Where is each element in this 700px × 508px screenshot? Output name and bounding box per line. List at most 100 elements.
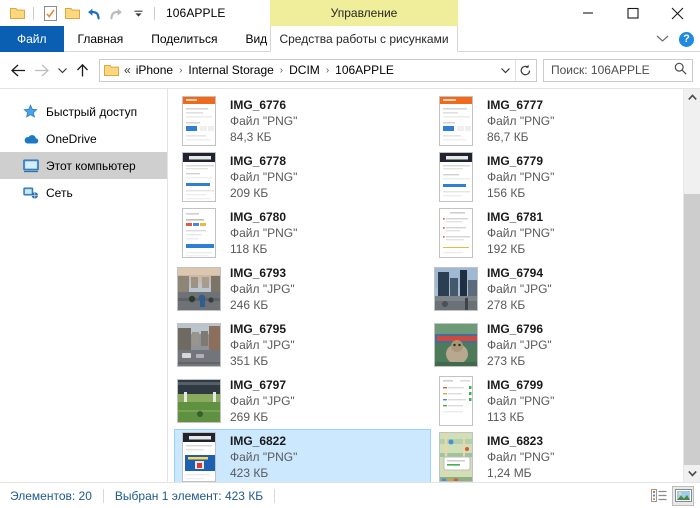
file-type: Файл "PNG": [487, 225, 555, 240]
contextual-tab-title: Управление: [270, 0, 458, 26]
file-list-pane[interactable]: IMG_6776 Файл "PNG" 84,3 КБ IMG_6777 Фай…: [168, 89, 700, 482]
breadcrumb-overflow[interactable]: «: [122, 63, 134, 77]
large-icons-view-button[interactable]: [672, 485, 694, 506]
sidebar-item-onedrive[interactable]: OneDrive: [0, 125, 167, 152]
search-icon[interactable]: [674, 62, 687, 78]
breadcrumb-item-dcim[interactable]: DCIM: [287, 63, 322, 77]
list-item[interactable]: IMG_6794 Файл "JPG" 278 КБ: [431, 261, 688, 317]
help-icon[interactable]: ?: [679, 31, 694, 47]
search-box[interactable]: Поиск: 106APPLE: [543, 58, 693, 82]
file-type: Файл "PNG": [230, 449, 298, 464]
photo-street-icon: [177, 267, 221, 311]
file-type: Файл "JPG": [230, 393, 295, 408]
sidebar-item-network[interactable]: Сеть: [0, 179, 167, 206]
close-button[interactable]: [655, 0, 700, 26]
new-folder-icon[interactable]: [63, 4, 81, 22]
maximize-button[interactable]: [610, 0, 655, 26]
breadcrumb-bar[interactable]: « iPhone › Internal Storage › DCIM › 106…: [99, 58, 537, 82]
file-name: IMG_6793: [230, 265, 287, 280]
file-name: IMG_6796: [487, 321, 544, 336]
thumbnail: [177, 207, 221, 259]
search-input[interactable]: Поиск: 106APPLE: [551, 63, 650, 77]
list-item[interactable]: IMG_6795 Файл "JPG" 351 КБ: [174, 317, 431, 373]
file-meta: IMG_6781 Файл "PNG" 192 КБ: [487, 210, 554, 257]
sidebar-item-quick-access[interactable]: Быстрый доступ: [0, 98, 167, 125]
cloud-icon: [22, 130, 39, 147]
photo-field-icon: [177, 379, 221, 423]
customize-chevron-icon[interactable]: [129, 4, 147, 22]
scroll-down-button[interactable]: [684, 465, 700, 482]
folder-icon[interactable]: [8, 4, 26, 22]
sidebar-item-label: Этот компьютер: [46, 158, 136, 173]
list-item[interactable]: IMG_6781 Файл "PNG" 192 КБ: [431, 205, 688, 261]
vertical-scrollbar[interactable]: [683, 89, 700, 482]
file-size: 246 КБ: [230, 297, 269, 312]
scroll-up-button[interactable]: [684, 89, 700, 106]
redo-icon[interactable]: [107, 4, 125, 22]
up-button[interactable]: [71, 58, 94, 82]
title-bar: 106APPLE Управление: [0, 0, 700, 26]
file-name: IMG_6780: [230, 209, 287, 224]
list-item[interactable]: IMG_6823 Файл "PNG" 1,24 МБ: [431, 429, 688, 482]
file-type: Файл "PNG": [230, 169, 298, 184]
file-type: Файл "PNG": [487, 393, 555, 408]
file-name: IMG_6781: [487, 209, 544, 224]
sidebar-item-label: Сеть: [46, 185, 73, 200]
back-button[interactable]: [7, 58, 30, 82]
list-item[interactable]: IMG_6777 Файл "PNG" 86,7 КБ: [431, 93, 688, 149]
tab-share[interactable]: Поделиться: [137, 26, 231, 52]
breadcrumb-chevron-3[interactable]: ›: [322, 65, 333, 76]
selection-info-label: Выбран 1 элемент: 423 КБ: [114, 488, 264, 503]
file-type: Файл "JPG": [487, 337, 552, 352]
tab-picture-tools[interactable]: Средства работы с рисунками: [270, 26, 458, 52]
file-type: Файл "JPG": [230, 337, 295, 352]
list-item[interactable]: IMG_6797 Файл "JPG" 269 КБ: [174, 373, 431, 429]
refresh-icon[interactable]: [515, 59, 534, 81]
breadcrumb-chevron-2[interactable]: ›: [276, 65, 287, 76]
thumbnail: [177, 319, 221, 371]
properties-icon[interactable]: [41, 4, 59, 22]
list-item[interactable]: IMG_6779 Файл "PNG" 156 КБ: [431, 149, 688, 205]
status-bar: Элементов: 20 Выбран 1 элемент: 423 КБ: [0, 482, 700, 508]
screenshot-doc-icon: [439, 208, 473, 258]
file-name: IMG_6799: [487, 377, 544, 392]
minimize-button[interactable]: [565, 0, 610, 26]
breadcrumb-chevron-1[interactable]: ›: [175, 65, 186, 76]
list-item[interactable]: IMG_6778 Файл "PNG" 209 КБ: [174, 149, 431, 205]
sidebar-item-this-pc[interactable]: Этот компьютер: [0, 152, 167, 179]
screenshot-blue-icon: [182, 432, 216, 482]
undo-icon[interactable]: [85, 4, 103, 22]
scrollbar-track[interactable]: [684, 106, 700, 465]
thumbnail: [434, 207, 478, 259]
breadcrumb-item-iphone[interactable]: iPhone: [134, 63, 175, 77]
file-type: Файл "JPG": [487, 281, 552, 296]
breadcrumb-folder-icon: [104, 64, 119, 77]
breadcrumb-dropdown-icon[interactable]: [496, 60, 515, 81]
thumbnail: [434, 431, 478, 482]
list-item-selected[interactable]: IMG_6822 Файл "PNG" 423 КБ: [174, 429, 431, 482]
breadcrumb-item-106apple[interactable]: 106APPLE: [333, 63, 396, 77]
screenshot-dark-icon: [439, 152, 473, 202]
tab-home[interactable]: Главная: [64, 26, 138, 52]
list-item[interactable]: IMG_6776 Файл "PNG" 84,3 КБ: [174, 93, 431, 149]
details-view-button[interactable]: [648, 486, 670, 506]
file-meta: IMG_6779 Файл "PNG" 156 КБ: [487, 154, 554, 201]
file-meta: IMG_6777 Файл "PNG" 86,7 КБ: [487, 98, 554, 145]
item-count-label: Элементов: 20: [10, 488, 92, 503]
list-item[interactable]: IMG_6799 Файл "PNG" 113 КБ: [431, 373, 688, 429]
tab-file[interactable]: Файл: [0, 26, 64, 52]
scrollbar-thumb[interactable]: [684, 194, 700, 465]
file-size: 156 КБ: [487, 185, 526, 200]
breadcrumb-item-internal-storage[interactable]: Internal Storage: [186, 63, 275, 77]
file-size: 423 КБ: [230, 465, 269, 480]
forward-button: [30, 58, 53, 82]
recent-locations-button[interactable]: [53, 58, 71, 82]
list-item[interactable]: IMG_6780 Файл "PNG" 118 КБ: [174, 205, 431, 261]
sidebar-item-label: OneDrive: [46, 131, 97, 146]
list-item[interactable]: IMG_6796 Файл "JPG" 273 КБ: [431, 317, 688, 373]
file-meta: IMG_6780 Файл "PNG" 118 КБ: [230, 210, 297, 257]
ribbon-collapse-chevron-icon[interactable]: [656, 30, 669, 48]
file-meta: IMG_6799 Файл "PNG" 113 КБ: [487, 378, 554, 425]
list-item[interactable]: IMG_6793 Файл "JPG" 246 КБ: [174, 261, 431, 317]
file-meta: IMG_6823 Файл "PNG" 1,24 МБ: [487, 434, 554, 481]
